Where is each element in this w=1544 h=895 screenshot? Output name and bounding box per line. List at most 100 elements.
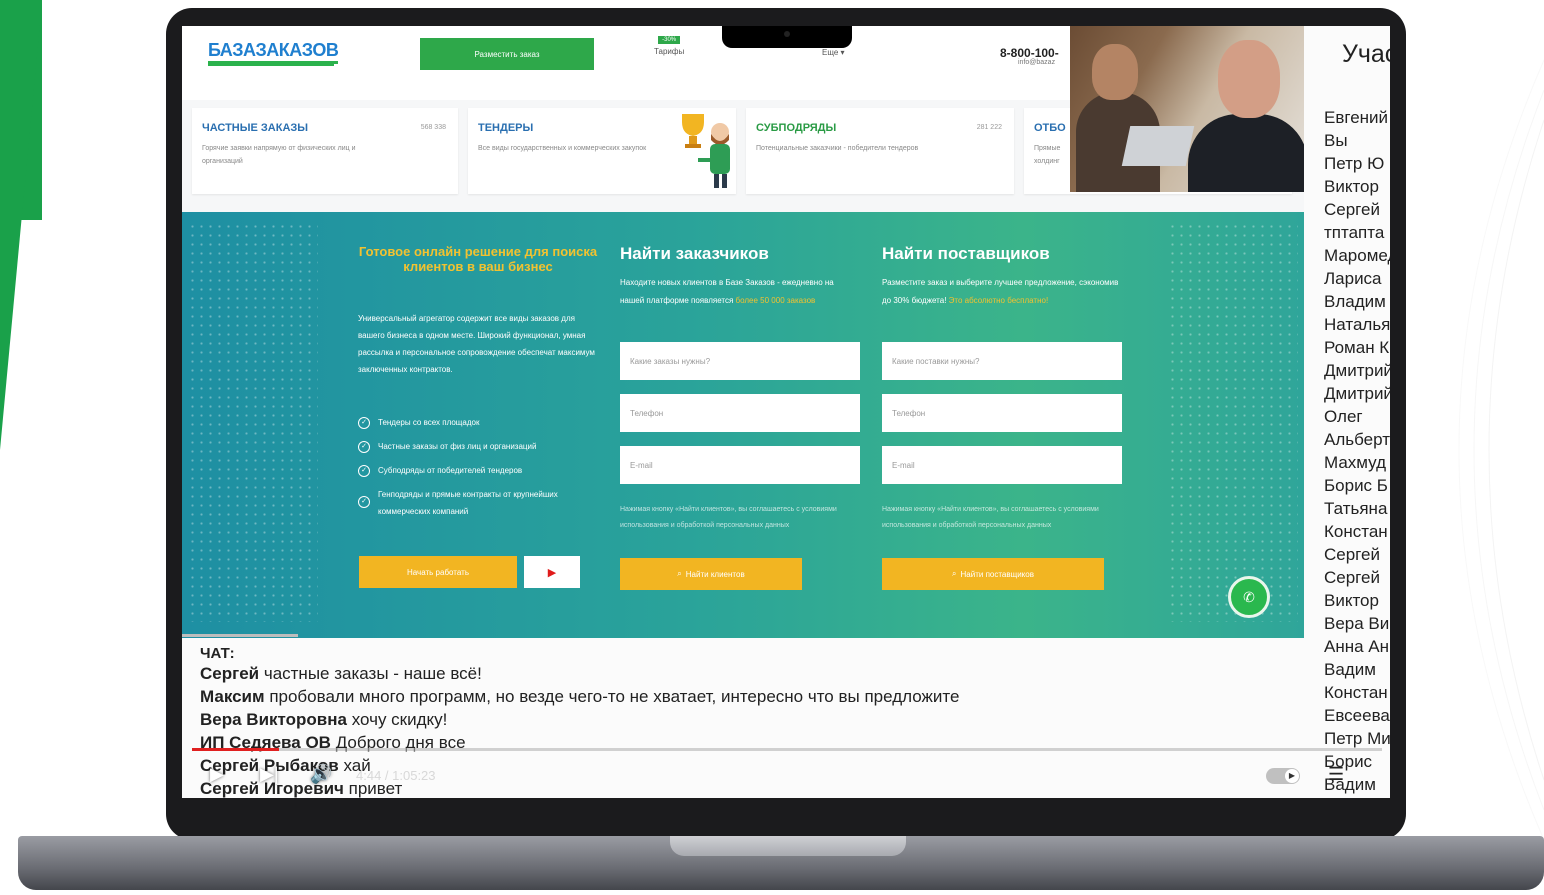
card-subcontracts[interactable]: СУБПОДРЯДЫ 281 222 Потенциальные заказчи…: [746, 108, 1014, 194]
participant-name[interactable]: Борис Б: [1324, 476, 1390, 496]
find-clients-title: Найти заказчиков: [620, 244, 769, 263]
card-private-orders[interactable]: ЧАСТНЫЕ ЗАКАЗЫ 568 338 Горячие заявки на…: [192, 108, 458, 194]
find-suppliers-highlight: Это абсолютно бесплатно!: [948, 296, 1049, 305]
place-order-button[interactable]: Разместить заказ: [420, 38, 594, 70]
phone-number[interactable]: 8-800-100-: [1000, 46, 1059, 60]
participant-name[interactable]: Татьяна: [1324, 499, 1390, 519]
participant-name[interactable]: Лариса: [1324, 269, 1390, 289]
card-description: Горячие заявки напрямую от физических ли…: [202, 145, 356, 165]
chat-message: Сергей Рыбаков хай: [200, 756, 371, 776]
participant-name[interactable]: Маромед: [1324, 246, 1390, 266]
presenter-b-face: [1218, 40, 1280, 118]
participant-name[interactable]: Махмуд: [1324, 453, 1390, 473]
autoplay-knob-icon: ▶: [1285, 769, 1299, 783]
email-input[interactable]: [882, 446, 1122, 484]
participant-name[interactable]: Виктор: [1324, 591, 1390, 611]
card-description: Потенциальные заказчики - победители тен…: [756, 145, 919, 152]
find-clients-description: Находите новых клиентов в Базе Заказов -…: [620, 278, 834, 305]
chat-author: Сергей: [200, 664, 260, 683]
participant-name[interactable]: Констан: [1324, 683, 1390, 703]
card-tenders[interactable]: ТЕНДЕРЫ Все виды государственных и комме…: [468, 108, 736, 194]
participant-name[interactable]: Сергей: [1324, 568, 1390, 588]
volume-icon[interactable]: 🔊: [310, 764, 332, 785]
contact-email[interactable]: info@bazaz: [1018, 59, 1055, 66]
play-video-button[interactable]: ▶: [524, 556, 580, 588]
participant-name[interactable]: Петр Ю: [1324, 154, 1390, 174]
play-icon[interactable]: ▶: [210, 764, 224, 785]
autoplay-toggle[interactable]: ▶: [1266, 768, 1300, 784]
participant-name[interactable]: Анна Ан: [1324, 637, 1390, 657]
search-icon: ⌕: [952, 569, 957, 578]
phone-icon: ✆: [1243, 588, 1255, 605]
participant-name[interactable]: Наталья: [1324, 315, 1390, 335]
participant-name[interactable]: Виктор: [1324, 177, 1390, 197]
participant-name[interactable]: Евсеева: [1324, 706, 1390, 726]
participants-title: Участники: [1342, 40, 1390, 68]
email-input[interactable]: [620, 446, 860, 484]
participant-name[interactable]: Петр Ми: [1324, 729, 1390, 749]
chat-message: Вера Викторовна хочу скидку!: [200, 710, 447, 730]
participant-name[interactable]: Евгений: [1324, 108, 1390, 128]
participants-panel: Участники Евгений Вы Петр Ю Виктор Сергей тпт…: [1304, 26, 1390, 798]
phone-input[interactable]: [620, 394, 860, 432]
check-circle-icon: ✓: [358, 465, 370, 477]
trophy-mascot-icon: [682, 114, 730, 188]
video-progress-bar[interactable]: [192, 748, 1382, 751]
chat-message: Сергей частные заказы - наше всё!: [200, 664, 482, 684]
consent-text: Нажимая кнопку «Найти клиентов», вы согл…: [882, 506, 1099, 529]
start-working-button[interactable]: Начать работать: [359, 556, 517, 588]
webcam-laptop: [1121, 126, 1195, 166]
participant-name[interactable]: Вы: [1324, 131, 1390, 151]
participant-name[interactable]: Дмитрий: [1324, 384, 1390, 404]
more-menu[interactable]: Еще ▾: [822, 48, 845, 57]
find-suppliers-title: Найти поставщиков: [882, 244, 1050, 263]
card-description: Все виды государственных и коммерческих …: [478, 145, 647, 152]
search-icon: ⌕: [677, 569, 682, 578]
feature-item: ✓ Субподряды от победителей тендеров: [358, 462, 598, 479]
participant-name[interactable]: Констан: [1324, 522, 1390, 542]
find-suppliers-button[interactable]: ⌕ Найти поставщиков: [882, 558, 1104, 590]
find-clients-button[interactable]: ⌕ Найти клиентов: [620, 558, 802, 590]
find-suppliers-description: Разместите заказ и выберите лучшее предл…: [882, 278, 1119, 305]
site-logo[interactable]: БАЗАЗАКАЗОВ: [208, 40, 339, 64]
hero-tagline: Готовое онлайн решение для поиска клиент…: [358, 244, 598, 274]
next-icon[interactable]: ▶|: [260, 764, 279, 785]
menu-icon[interactable]: ☰: [1328, 764, 1344, 785]
participant-name[interactable]: Сергей: [1324, 545, 1390, 565]
check-circle-icon: ✓: [358, 496, 370, 508]
feature-item: ✓ Тендеры со всех площадок: [358, 414, 598, 431]
camera-notch: [722, 26, 852, 48]
presenter-a-face: [1092, 44, 1138, 100]
chat-message: Максим пробовали много программ, но везд…: [200, 687, 959, 707]
consent-text: Нажимая кнопку «Найти клиентов», вы согл…: [620, 506, 837, 529]
participant-name[interactable]: Владим: [1324, 292, 1390, 312]
participant-name[interactable]: Альберт: [1324, 430, 1390, 450]
card-title: ЧАСТНЫЕ ЗАКАЗЫ: [202, 122, 309, 134]
chat-text: хочу скидку!: [346, 710, 448, 729]
video-progress-fill: [192, 748, 279, 751]
participant-name[interactable]: Вера Ви: [1324, 614, 1390, 634]
chat-author: Максим: [200, 687, 265, 706]
participant-name[interactable]: Дмитрий: [1324, 361, 1390, 381]
find-clients-highlight: более 50 000 заказов: [735, 296, 816, 305]
supplies-needed-input[interactable]: [882, 342, 1122, 380]
participant-name[interactable]: Сергей: [1324, 200, 1390, 220]
card-title: ОТБО: [1034, 122, 1066, 134]
feature-item: ✓ Частные заказы от физ лиц и организаций: [358, 438, 598, 455]
participant-name[interactable]: Вадим: [1324, 660, 1390, 680]
tariffs-link[interactable]: -30% Тарифы: [654, 34, 684, 56]
phone-input[interactable]: [882, 394, 1122, 432]
chat-text: частные заказы - наше всё!: [259, 664, 482, 683]
check-circle-icon: ✓: [358, 417, 370, 429]
camera-icon: [784, 31, 790, 37]
call-button[interactable]: ✆: [1228, 576, 1270, 618]
site-scrollbar[interactable]: [182, 634, 298, 637]
chat-text: пробовали много программ, но везде чего-…: [264, 687, 960, 706]
participant-name[interactable]: Роман К: [1324, 338, 1390, 358]
presenter-b-body: [1188, 114, 1304, 192]
participant-name[interactable]: тптапта: [1324, 223, 1390, 243]
participant-name[interactable]: Олег: [1324, 407, 1390, 427]
orders-needed-input[interactable]: [620, 342, 860, 380]
chat-label: ЧАТ:: [200, 645, 235, 662]
play-icon: ▶: [547, 566, 557, 579]
